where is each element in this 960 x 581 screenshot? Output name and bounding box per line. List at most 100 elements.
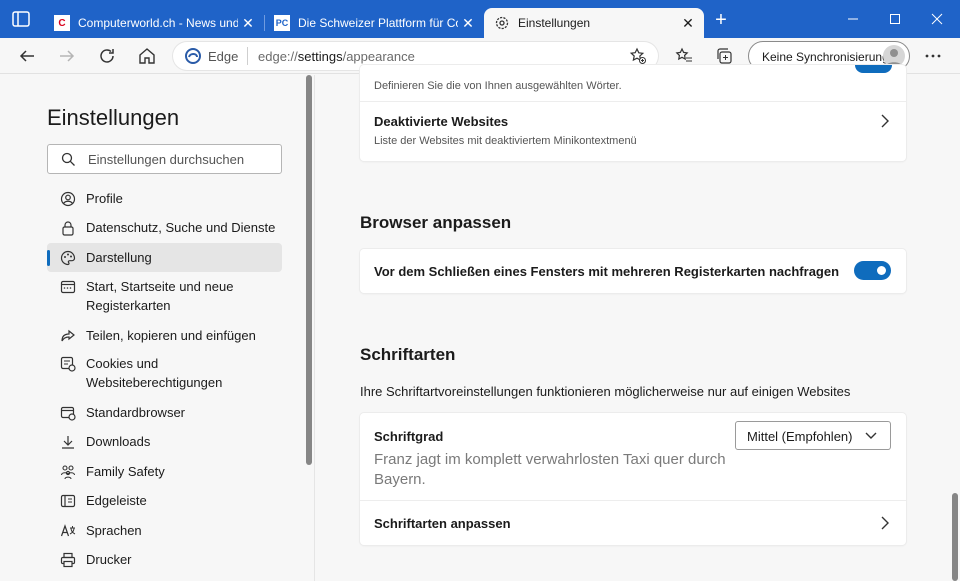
row-title: Deaktivierte Websites (374, 114, 509, 129)
collections-icon (717, 48, 732, 64)
sidebar-scrollbar[interactable] (306, 75, 312, 465)
sidebar-item-label: Family Safety (86, 464, 165, 479)
sidebar-item-downloads[interactable]: Downloads (47, 427, 282, 456)
person-icon (886, 49, 902, 66)
favorites-icon (675, 47, 692, 62)
partial-row-subtitle: Definieren Sie die von Ihnen ausgewählte… (374, 80, 622, 92)
sidebar-item-label: Sprachen (86, 523, 142, 538)
search-input[interactable] (88, 150, 273, 168)
sidebar-item-label: Profile (86, 191, 123, 206)
sidebar-item-edge-bar[interactable]: Edgeleiste (47, 486, 282, 515)
tab-pctipp[interactable]: PC Die Schweizer Plattform für Computer … (264, 8, 484, 38)
sidebar-item-start-home[interactable]: Start, Startseite und neue Registerkarte… (47, 274, 282, 313)
partial-toggle[interactable] (855, 65, 892, 73)
close-icon[interactable]: ✕ (458, 15, 478, 32)
edge-bar-icon (60, 494, 76, 507)
printer-icon (60, 552, 76, 567)
start-page-icon (60, 280, 76, 294)
minimize-button[interactable] (838, 8, 868, 30)
tab-einstellungen[interactable]: Einstellungen ✕ (484, 8, 704, 38)
sidebar-item-profile[interactable]: Profile (47, 184, 282, 213)
sidebar-item-share-copy-paste[interactable]: Teilen, kopieren und einfügen (47, 321, 282, 350)
language-icon (60, 523, 76, 536)
address-divider (247, 47, 248, 65)
home-icon (139, 48, 155, 64)
sidebar-item-label: Downloads (86, 434, 151, 449)
tab-title: Computerworld.ch - News und Analysen (78, 16, 238, 30)
download-icon (62, 435, 74, 449)
settings-page: Einstellungen Profile Datenschutz, Suche… (0, 65, 960, 581)
add-favorite-icon[interactable] (629, 47, 647, 65)
sidebar-item-appearance[interactable]: Darstellung (47, 243, 282, 272)
cookies-permissions-icon (60, 356, 76, 372)
sidebar-item-languages[interactable]: Sprachen (47, 516, 282, 545)
sidebar-item-cookies-permissions[interactable]: Cookies und Websiteberechtigungen (47, 351, 282, 390)
refresh-button[interactable] (94, 43, 120, 69)
sidebar-item-printers[interactable]: Drucker (47, 545, 282, 574)
browser-customize-card: Vor dem Schließen eines Fensters mit meh… (360, 249, 906, 293)
lock-icon (62, 220, 74, 236)
default-browser-icon (60, 406, 76, 421)
close-icon[interactable]: ✕ (238, 15, 258, 32)
settings-search-box[interactable] (47, 144, 282, 174)
maximize-icon (890, 14, 900, 24)
computerworld-favicon-icon: C (54, 15, 70, 31)
maximize-button[interactable] (880, 8, 910, 30)
settings-sidebar: Einstellungen Profile Datenschutz, Suche… (0, 75, 315, 581)
edge-logo-icon (185, 48, 201, 64)
share-icon (61, 329, 75, 341)
chevron-right-icon (881, 114, 889, 128)
more-icon (925, 54, 941, 58)
arrow-right-icon (60, 50, 75, 62)
minimize-icon (848, 18, 858, 20)
font-size-select[interactable]: Mittel (Empfohlen) (735, 421, 891, 450)
search-icon (61, 152, 75, 166)
url-host: settings (297, 49, 343, 64)
url-path: /appearance (342, 49, 415, 64)
chevron-down-icon (865, 432, 877, 439)
sidebar-item-label: Standardbrowser (86, 405, 185, 420)
forward-button[interactable] (54, 43, 80, 69)
family-icon (60, 464, 76, 479)
palette-icon (60, 250, 76, 265)
multi-tab-close-label: Vor dem Schließen eines Fensters mit meh… (374, 264, 840, 279)
close-window-button[interactable] (922, 8, 952, 30)
context-menu-card: Definieren Sie die von Ihnen ausgewählte… (360, 65, 906, 161)
new-tab-button[interactable]: + (710, 10, 732, 32)
sidebar-item-label: Teilen, kopieren und einfügen (86, 328, 256, 343)
sidebar-item-label: Drucker (86, 552, 132, 567)
tab-title: Einstellungen (518, 16, 591, 30)
sidebar-item-label: Datenschutz, Suche und Dienste (86, 220, 276, 235)
main-scrollbar[interactable] (952, 493, 958, 581)
tab-actions-icon[interactable] (12, 11, 30, 27)
close-icon[interactable]: ✕ (678, 15, 698, 32)
sidebar-item-label: Edgeleiste (86, 493, 147, 508)
title-bar: C Computerworld.ch - News und Analysen ✕… (0, 0, 960, 38)
sidebar-item-label: Darstellung (86, 250, 152, 265)
tab-title: Die Schweizer Plattform für Computer (298, 16, 458, 30)
section-title-fonts: Schriftarten (360, 345, 456, 364)
pctipp-favicon-icon: PC (274, 15, 290, 31)
sync-label: Keine Synchronisierung (762, 50, 889, 64)
avatar (883, 45, 905, 67)
font-size-value: Mittel (Empfohlen) (747, 429, 853, 444)
sidebar-item-label: Start, Startseite und neue Registerkarte… (86, 279, 234, 313)
url-text[interactable]: edge://settings/appearance (258, 49, 415, 64)
customize-fonts-label: Schriftarten anpassen (374, 516, 511, 531)
sidebar-item-family-safety[interactable]: Family Safety (47, 457, 282, 486)
sidebar-item-label: Cookies und Websiteberechtigungen (86, 356, 223, 390)
more-button[interactable] (920, 43, 946, 69)
tab-computerworld[interactable]: C Computerworld.ch - News und Analysen ✕ (44, 8, 264, 38)
url-prefix: edge:// (258, 49, 298, 64)
sidebar-item-privacy[interactable]: Datenschutz, Suche und Dienste (47, 213, 282, 242)
close-icon (931, 13, 943, 25)
back-button[interactable] (14, 43, 40, 69)
sidebar-item-default-browser[interactable]: Standardbrowser (47, 398, 282, 427)
arrow-left-icon (19, 50, 34, 62)
chevron-right-icon (881, 516, 889, 530)
customize-fonts-row[interactable]: Schriftarten anpassen (360, 501, 906, 545)
disabled-websites-row[interactable]: Deaktivierte Websites Liste der Websites… (360, 101, 906, 161)
font-preview-text: Franz jagt im komplett verwahrlosten Tax… (374, 451, 726, 488)
multi-tab-close-toggle[interactable] (854, 261, 891, 280)
home-button[interactable] (134, 43, 160, 69)
